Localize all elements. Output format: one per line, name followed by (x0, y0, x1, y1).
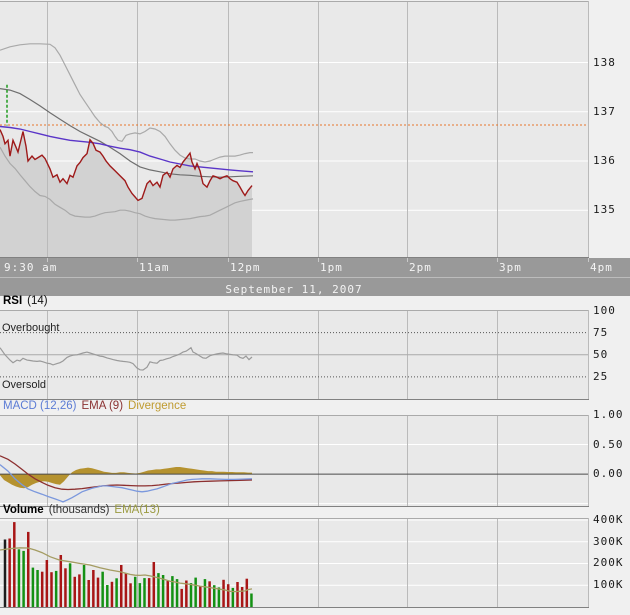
macd-legend: MACD (12,26) EMA (9) Divergence (3, 400, 186, 412)
time-tick-label: 3pm (499, 261, 522, 274)
time-tick-label: 2pm (409, 261, 432, 274)
volume-y-tick-label: 400K (593, 512, 624, 526)
volume-bar (45, 560, 49, 607)
volume-legend-ema: EMA(13) (114, 504, 160, 516)
volume-bar (59, 555, 63, 607)
oversold-label: Oversold (2, 379, 47, 391)
price-y-tick-label: 138 (593, 55, 616, 69)
volume-bar (54, 570, 58, 607)
volume-bar (129, 583, 132, 607)
volume-bar (13, 522, 16, 607)
time-tickmark (47, 258, 48, 262)
time-tick-label: 12pm (230, 261, 261, 274)
price-y-tick-label: 137 (593, 104, 616, 118)
volume-bar (115, 578, 118, 607)
volume-bar (138, 583, 142, 607)
volume-bar (147, 578, 151, 607)
macd-y-tick-label: 0.50 (593, 437, 624, 451)
volume-bar (250, 593, 253, 607)
volume-bar (73, 576, 76, 607)
volume-bar (236, 582, 239, 607)
time-axis-bar: 9:30 am 11am 12pm 1pm 2pm 3pm 4pm (0, 258, 630, 277)
time-tickmark (497, 258, 498, 262)
volume-bar (226, 584, 230, 607)
price-y-tick-label: 136 (593, 154, 616, 167)
volume-bar (203, 579, 207, 607)
volume-bar (50, 572, 53, 607)
overbought-label: Overbought (2, 322, 60, 334)
time-tick-label: 1pm (320, 261, 343, 274)
volume-bar (40, 571, 44, 607)
volume-legend-unit: (thousands) (48, 504, 110, 516)
volume-bar (143, 578, 146, 607)
volume-bar (222, 579, 225, 607)
macd-plot-background (0, 415, 588, 506)
rsi-y-tick-label: 50 (593, 347, 609, 361)
volume-bar (82, 565, 86, 607)
volume-bar (171, 576, 174, 607)
volume-bar (101, 571, 104, 607)
volume-bar (64, 568, 67, 607)
volume-bar (189, 583, 193, 607)
volume-bar (208, 581, 211, 607)
volume-legend: Volume (thousands) EMA(13) (3, 504, 160, 516)
volume-bar (36, 570, 39, 607)
volume-bar (78, 574, 81, 607)
time-tick-label: 11am (139, 261, 170, 274)
rsi-y-tick-label: 75 (593, 325, 609, 339)
volume-bar (92, 570, 95, 607)
macd-y-tick-label: 0.00 (593, 467, 624, 481)
volume-bar (133, 576, 137, 607)
date-bar: September 11, 2007 (0, 277, 630, 296)
rsi-y-tick-label: 25 (593, 369, 609, 383)
volume-bar (240, 587, 244, 607)
time-tickmark (228, 258, 229, 262)
time-tick-label: 9:30 am (4, 261, 58, 274)
date-label: September 11, 2007 (225, 283, 363, 296)
time-tickmark (318, 258, 319, 262)
volume-bar (180, 588, 183, 607)
volume-bar (231, 587, 235, 607)
time-tickmark (407, 258, 408, 262)
macd-legend-divergence: Divergence (128, 400, 187, 412)
volume-y-tick-label: 300K (593, 534, 624, 548)
volume-bar (110, 581, 114, 607)
rsi-legend-param: (14) (27, 295, 48, 307)
intraday-stock-chart: 9:30 am 11am 12pm 1pm 2pm 3pm 4pm September 11… (0, 0, 630, 615)
volume-bar (106, 585, 109, 607)
macd-legend-macd: MACD (12,26) (3, 400, 77, 412)
rsi-legend: RSI (14) (3, 295, 48, 307)
volume-bar (245, 578, 249, 607)
volume-legend-name: Volume (3, 504, 44, 516)
volume-bar (199, 586, 202, 607)
time-tickmark (588, 258, 589, 262)
volume-bar (27, 531, 30, 607)
volume-y-tick-label: 200K (593, 556, 624, 570)
rsi-legend-name: RSI (3, 295, 23, 307)
volume-bar (217, 587, 221, 607)
price-y-tick-label: 135 (593, 203, 616, 217)
rsi-y-tick-label: 100 (593, 303, 616, 317)
volume-bar (96, 577, 100, 607)
volume-bar (152, 562, 156, 607)
chart-canvas (0, 1, 589, 608)
macd-y-tick-label: 1.00 (593, 408, 624, 421)
volume-bar (22, 550, 25, 607)
volume-bar (87, 580, 90, 607)
volume-bar (17, 549, 21, 607)
volume-bar (194, 577, 197, 607)
volume-bar (124, 573, 128, 607)
volume-bar (31, 567, 35, 607)
time-tick-label: 4pm (590, 261, 613, 274)
time-tickmark (137, 258, 138, 262)
volume-bar (166, 580, 169, 607)
volume-y-tick-label: 100K (593, 578, 624, 592)
macd-legend-ema: EMA (9) (81, 400, 124, 412)
volume-bar (68, 563, 72, 607)
